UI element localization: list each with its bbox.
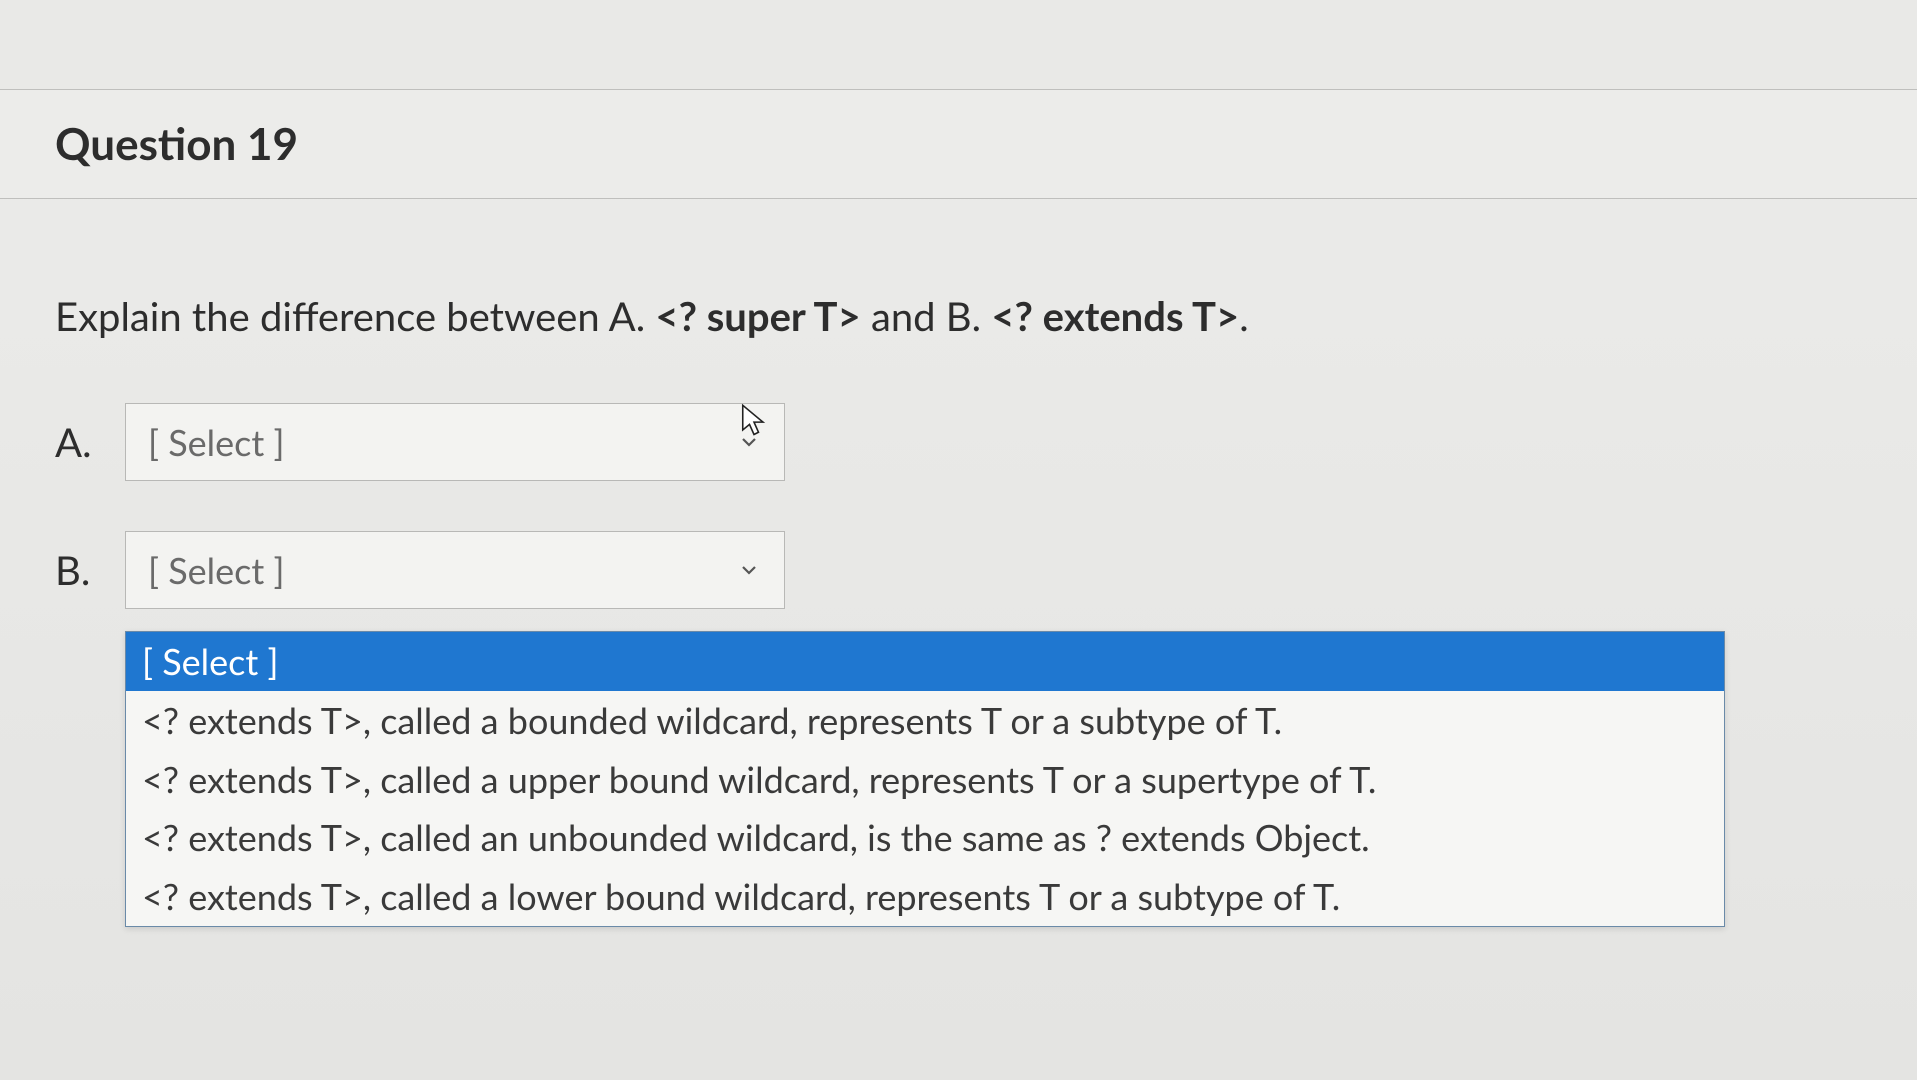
quiz-page: Question 19 Explain the difference betwe… — [0, 0, 1917, 1080]
top-spacer — [0, 0, 1917, 90]
prompt-prefix: Explain the difference between A. — [55, 292, 655, 340]
prompt-code-b: <? extends T> — [991, 292, 1239, 340]
dropdown-option[interactable]: <? extends T>, called a lower bound wild… — [126, 867, 1724, 926]
prompt-code-a: <? super T> — [655, 292, 860, 340]
answer-label-a: A. — [55, 418, 125, 466]
select-a[interactable]: [ Select ] — [125, 403, 785, 481]
question-prompt: Explain the difference between A. <? sup… — [55, 289, 1862, 343]
question-body: Explain the difference between A. <? sup… — [0, 199, 1917, 609]
chevron-down-icon — [736, 557, 762, 583]
prompt-suffix: . — [1239, 292, 1248, 340]
select-b-placeholder: [ Select ] — [148, 548, 285, 592]
chevron-down-icon — [736, 429, 762, 455]
answer-label-b: B. — [55, 546, 125, 594]
dropdown-option[interactable]: [ Select ] — [126, 632, 1724, 691]
dropdown-b-options[interactable]: [ Select ] <? extends T>, called a bound… — [125, 631, 1725, 927]
dropdown-option[interactable]: <? extends T>, called an unbounded wildc… — [126, 808, 1724, 867]
answer-row-a: A. [ Select ] — [55, 403, 1862, 481]
select-a-placeholder: [ Select ] — [148, 420, 285, 464]
question-header: Question 19 — [0, 90, 1917, 199]
answer-row-b: B. [ Select ] — [55, 531, 1862, 609]
dropdown-option[interactable]: <? extends T>, called a upper bound wild… — [126, 750, 1724, 809]
select-b[interactable]: [ Select ] — [125, 531, 785, 609]
prompt-mid: and B. — [861, 292, 992, 340]
question-title: Question 19 — [55, 118, 1862, 170]
dropdown-option[interactable]: <? extends T>, called a bounded wildcard… — [126, 691, 1724, 750]
